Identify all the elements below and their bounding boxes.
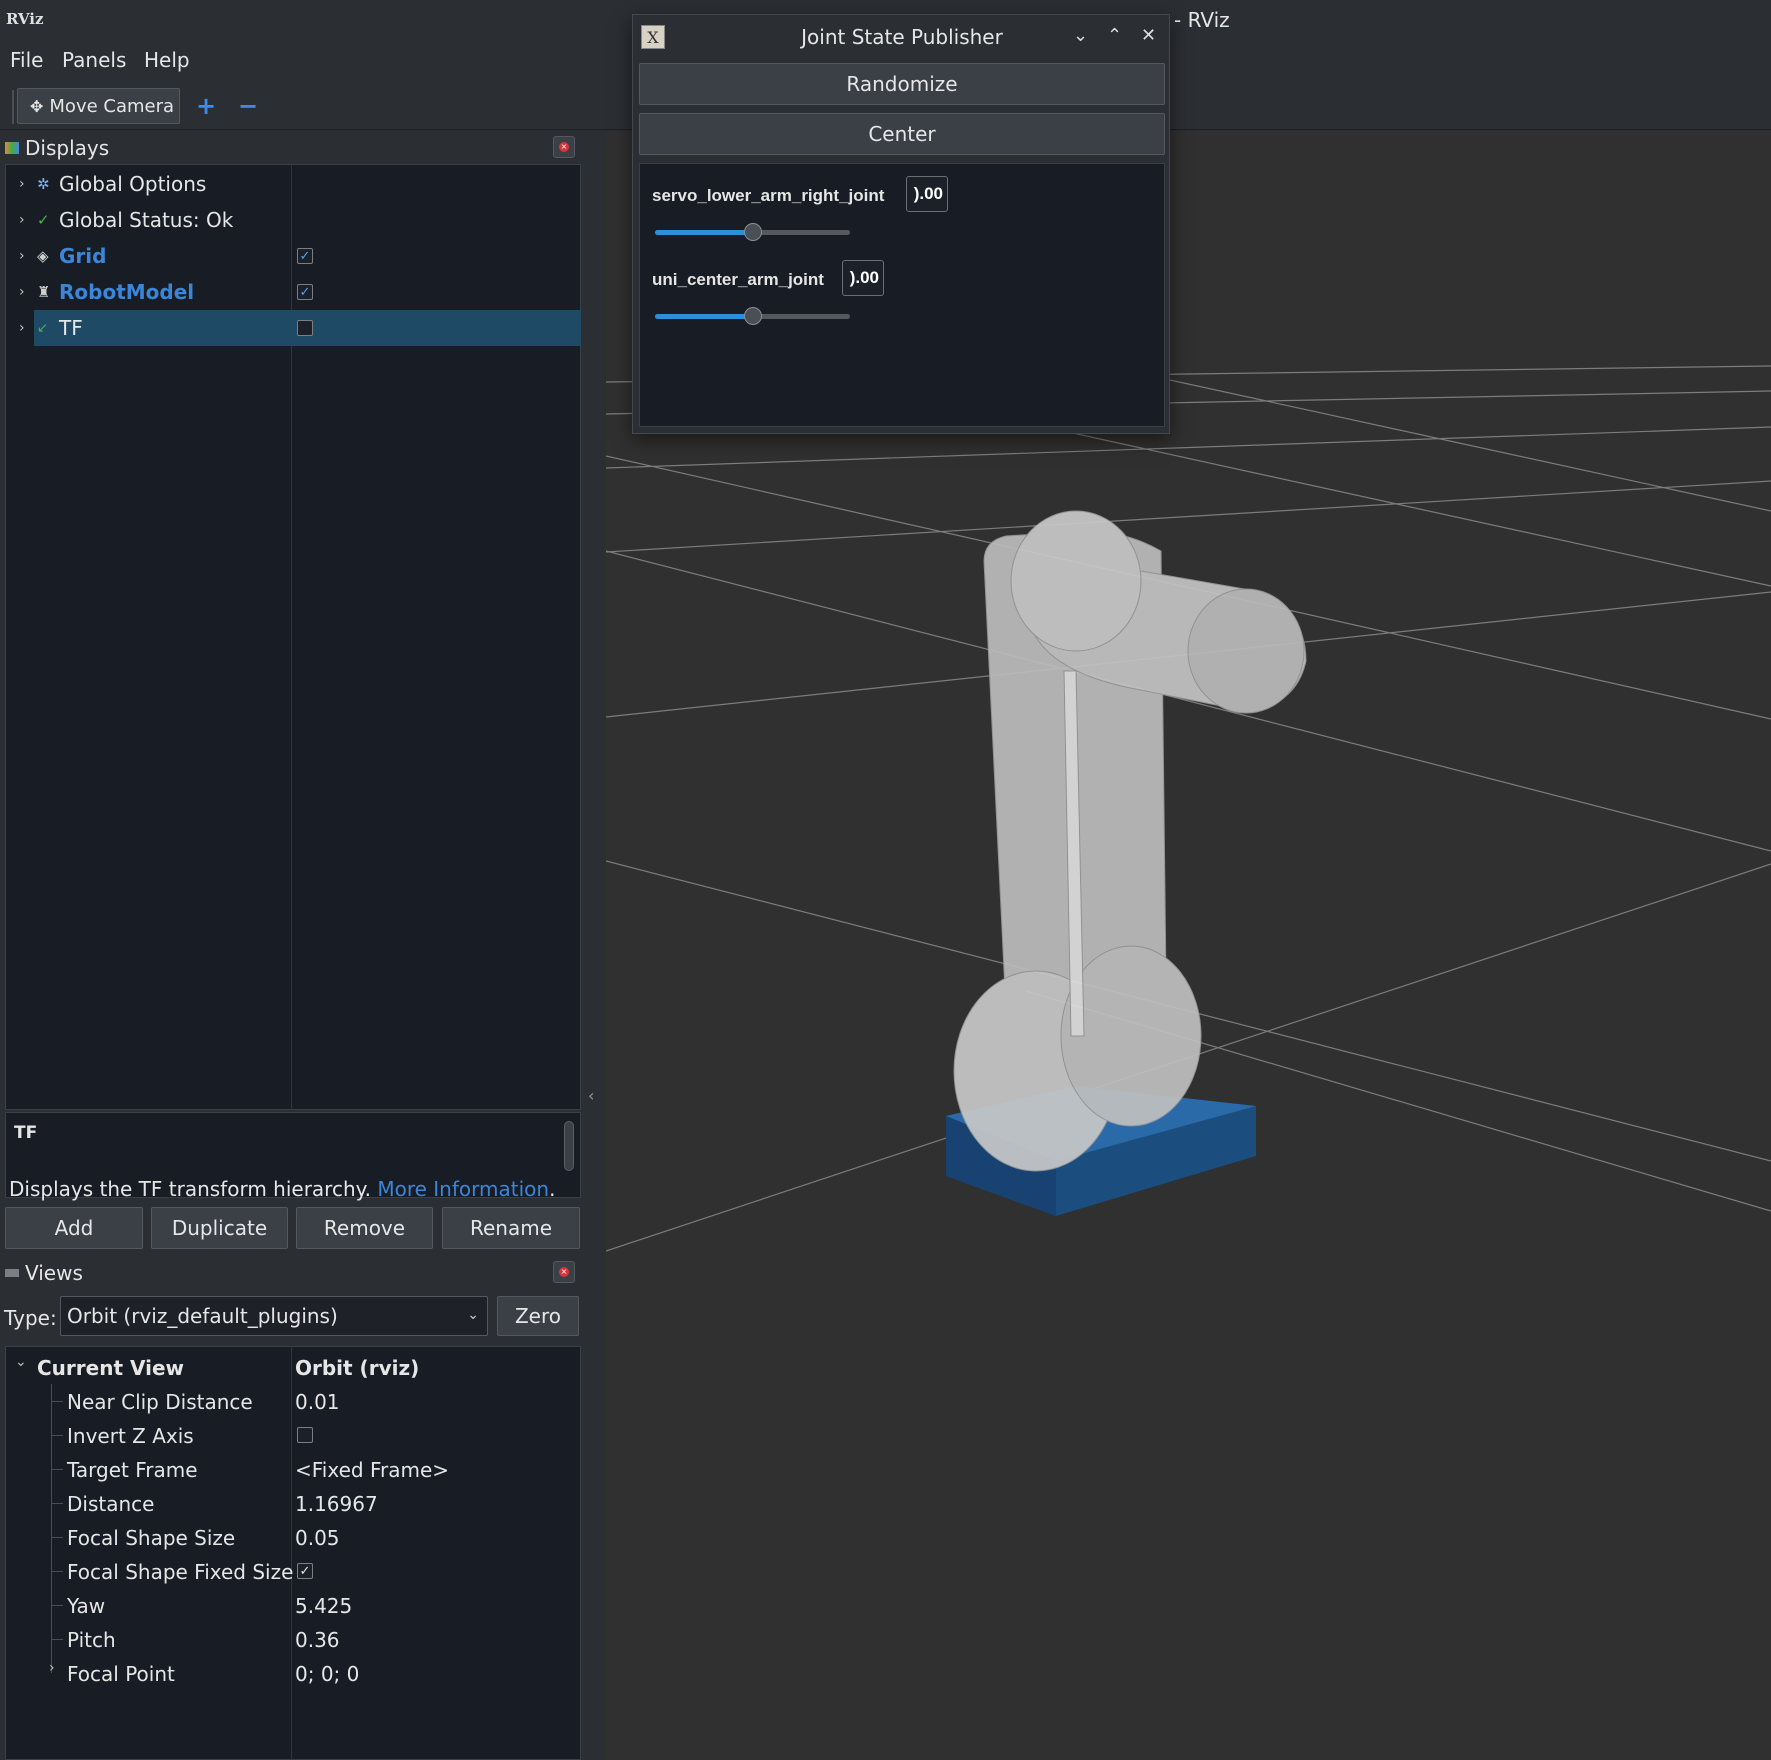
joint-value-servo-lower-arm-right[interactable]: ).00 [906, 176, 948, 212]
display-item-tf[interactable]: › ↙ TF [5, 310, 581, 346]
window-title: - RViz [1174, 8, 1230, 32]
chevron-down-icon: ⌄ [467, 1307, 479, 1323]
robot-arm [953, 510, 1307, 1172]
display-item-global-options[interactable]: › ✲ Global Options [5, 166, 581, 202]
joint-label-servo-lower-arm-right: servo_lower_arm_right_joint [652, 186, 885, 205]
prop-focal-shape-size[interactable]: Focal Shape Size 0.05 [5, 1520, 581, 1554]
joint-label-uni-center-arm: uni_center_arm_joint [652, 270, 824, 289]
zero-button[interactable]: Zero [497, 1296, 579, 1336]
description-text: Displays the TF transform hierarchy. Mor… [9, 1177, 556, 1201]
add-tool-button[interactable]: + [196, 92, 216, 120]
views-header: Views [0, 1256, 582, 1290]
current-view-row[interactable]: ⌄ Current View Orbit (rviz) [5, 1350, 581, 1384]
remove-display-button[interactable]: Remove [296, 1207, 433, 1249]
focal-shape-fixed-size-checkbox[interactable]: ✓ [297, 1563, 313, 1579]
close-icon: × [559, 142, 569, 152]
expand-icon[interactable]: › [19, 176, 25, 192]
display-item-robotmodel[interactable]: › ♜ RobotModel ✓ [5, 274, 581, 310]
minimize-icon[interactable]: ⌄ [1073, 25, 1088, 46]
menu-file[interactable]: File [10, 48, 43, 72]
tf-icon: ↙ [37, 320, 48, 336]
displays-icon [5, 142, 19, 154]
joint-value-uni-center-arm[interactable]: ).00 [842, 260, 884, 296]
collapse-left-icon[interactable]: ‹ [588, 1086, 594, 1105]
prop-focal-point[interactable]: › Focal Point 0; 0; 0 [5, 1656, 581, 1690]
gear-icon: ✲ [37, 175, 50, 193]
prop-target-frame[interactable]: Target Frame <Fixed Frame> [5, 1452, 581, 1486]
displays-close-button[interactable]: × [553, 136, 575, 158]
collapse-icon[interactable]: ⌄ [15, 1354, 27, 1370]
display-description: TF Displays the TF transform hierarchy. … [5, 1112, 581, 1201]
views-icon [5, 1269, 19, 1277]
move-camera-label: Move Camera [49, 95, 175, 117]
menu-help[interactable]: Help [144, 48, 190, 72]
displays-header: Displays [0, 131, 582, 165]
tf-enable-checkbox[interactable] [297, 320, 313, 336]
move-camera-button[interactable]: ✥ Move Camera [17, 88, 180, 124]
displays-title: Displays [25, 136, 110, 160]
grid-enable-checkbox[interactable]: ✓ [297, 248, 313, 264]
toolbar-grip[interactable] [12, 90, 14, 124]
randomize-button[interactable]: Randomize [639, 63, 1165, 105]
more-information-link[interactable]: More Information [377, 1177, 549, 1201]
panel-splitter[interactable] [582, 131, 606, 1760]
views-close-button[interactable]: × [553, 1261, 575, 1283]
view-type-select[interactable]: Orbit (rviz_default_plugins) ⌄ [60, 1296, 488, 1336]
slider-handle[interactable] [743, 223, 762, 241]
joint-state-publisher-window[interactable]: X Joint State Publisher ⌄ ⌃ ✕ Randomize … [632, 14, 1170, 434]
prop-focal-shape-fixed-size[interactable]: Focal Shape Fixed Size ✓ [5, 1554, 581, 1588]
center-button[interactable]: Center [639, 113, 1165, 155]
remove-tool-button[interactable]: − [238, 92, 258, 120]
expand-icon[interactable]: › [19, 212, 25, 228]
grid-icon: ◈ [37, 247, 49, 265]
slider-fill [655, 230, 753, 235]
add-display-button[interactable]: Add [5, 1207, 143, 1249]
close-icon[interactable]: ✕ [1141, 25, 1156, 46]
expand-icon[interactable]: › [19, 248, 25, 264]
invert-z-axis-checkbox[interactable] [297, 1427, 313, 1443]
robot-icon: ♜ [37, 283, 51, 301]
joint-sliders-panel: servo_lower_arm_right_joint ).00 uni_cen… [639, 163, 1165, 427]
prop-invert-z-axis[interactable]: Invert Z Axis [5, 1418, 581, 1452]
joint-slider-servo-lower-arm-right[interactable] [655, 223, 850, 241]
rviz-logo: RViz [6, 10, 44, 28]
description-title: TF [14, 1123, 38, 1143]
robotmodel-enable-checkbox[interactable]: ✓ [297, 284, 313, 300]
joint-slider-uni-center-arm[interactable] [655, 307, 850, 325]
prop-pitch[interactable]: Pitch 0.36 [5, 1622, 581, 1656]
expand-icon[interactable]: › [49, 1660, 55, 1676]
close-icon: × [559, 1267, 569, 1277]
duplicate-display-button[interactable]: Duplicate [151, 1207, 288, 1249]
display-item-global-status[interactable]: › ✓ Global Status: Ok [5, 202, 581, 238]
type-label: Type: [4, 1306, 57, 1330]
slider-fill [655, 314, 753, 319]
maximize-icon[interactable]: ⌃ [1107, 25, 1122, 46]
jsp-title: Joint State Publisher [801, 25, 1003, 49]
move-icon: ✥ [30, 96, 44, 116]
description-scrollbar[interactable] [564, 1121, 574, 1171]
menu-panels[interactable]: Panels [62, 48, 126, 72]
prop-near-clip-distance[interactable]: Near Clip Distance 0.01 [5, 1384, 581, 1418]
prop-yaw[interactable]: Yaw 5.425 [5, 1588, 581, 1622]
check-icon: ✓ [37, 211, 50, 229]
rename-display-button[interactable]: Rename [442, 1207, 580, 1249]
display-item-grid[interactable]: › ◈ Grid ✓ [5, 238, 581, 274]
slider-handle[interactable] [743, 307, 762, 325]
expand-icon[interactable]: › [19, 284, 25, 300]
expand-icon[interactable]: › [19, 320, 25, 336]
prop-distance[interactable]: Distance 1.16967 [5, 1486, 581, 1520]
views-title: Views [25, 1261, 83, 1285]
